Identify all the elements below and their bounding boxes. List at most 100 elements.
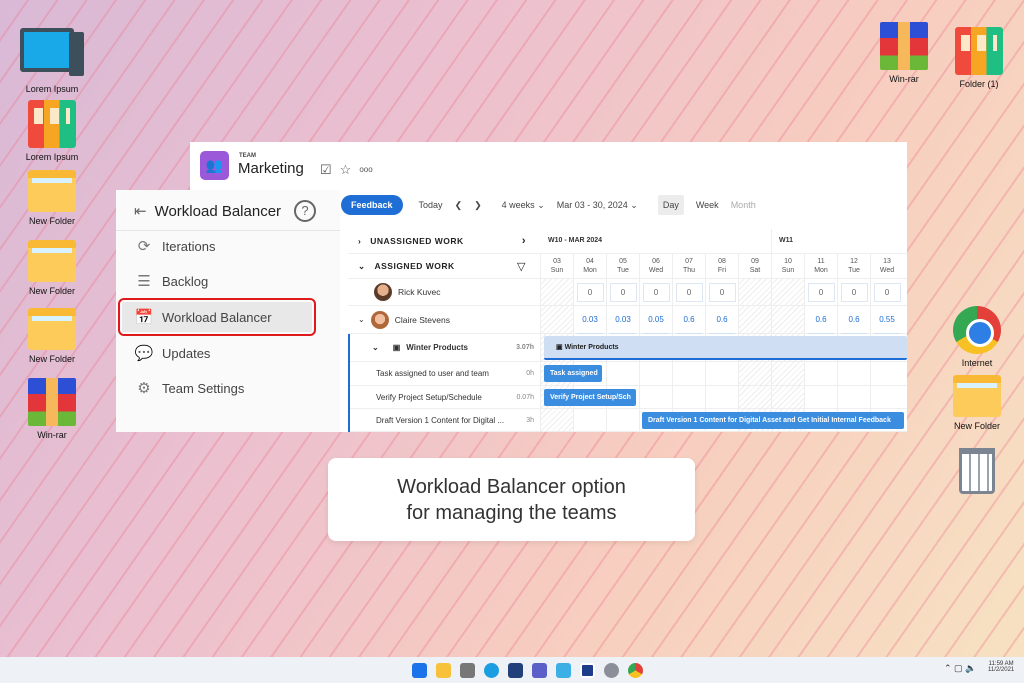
settings-icon[interactable] bbox=[604, 662, 619, 678]
clock[interactable]: 11:59 AM 11/2/2021 bbox=[988, 661, 1014, 673]
sidebar-item[interactable]: 📅 Workload Balancer bbox=[118, 298, 316, 336]
teams-icon[interactable] bbox=[532, 662, 547, 678]
assigned-work-toggle[interactable]: ⌄ ASSIGNED WORK ▽ bbox=[348, 254, 540, 278]
day-cell bbox=[639, 386, 672, 408]
day-cell bbox=[771, 386, 804, 408]
task-hours: 0h bbox=[526, 370, 534, 377]
help-icon[interactable]: ? bbox=[294, 200, 316, 222]
desktop-icon[interactable]: New Folder bbox=[12, 240, 92, 296]
workload-value[interactable]: 0.03 bbox=[610, 306, 636, 334]
workload-value[interactable]: 0 bbox=[840, 283, 868, 302]
day-number: 09 bbox=[751, 258, 759, 265]
workload-value[interactable]: 0 bbox=[576, 283, 604, 302]
sidebar-item-label: Workload Balancer bbox=[162, 309, 272, 325]
day-cell: 0 bbox=[573, 279, 606, 305]
view-day[interactable]: Day bbox=[657, 195, 684, 215]
workload-value[interactable]: 0 bbox=[873, 283, 901, 302]
prev-icon[interactable]: ❮ bbox=[455, 200, 463, 211]
user-row[interactable]: ⌄ Claire Stevens bbox=[348, 306, 540, 333]
workload-value[interactable]: 0 bbox=[609, 283, 637, 302]
task-bar[interactable]: Draft Version 1 Content for Digital Asse… bbox=[642, 412, 904, 429]
task-row[interactable]: Verify Project Setup/Schedule 0.07h bbox=[348, 386, 540, 408]
workload-value[interactable]: 0.6 bbox=[808, 306, 834, 334]
day-cell: 0.03 bbox=[606, 306, 639, 334]
sidebar-item-label: Backlog bbox=[162, 273, 209, 289]
explorer-icon[interactable] bbox=[436, 662, 451, 678]
desktop-icon[interactable]: Win-rar bbox=[12, 378, 92, 440]
view-week[interactable]: Week bbox=[696, 200, 719, 210]
project-bar[interactable]: ▣ Winter Products bbox=[544, 336, 907, 360]
chrome-taskbar-icon[interactable] bbox=[628, 662, 643, 678]
workload-value[interactable]: 0.05 bbox=[643, 306, 669, 334]
next-icon[interactable]: ❯ bbox=[474, 200, 482, 211]
day-cell: 04 Mon bbox=[573, 254, 606, 278]
workload-value[interactable]: 0 bbox=[807, 283, 835, 302]
team-name: Marketing bbox=[238, 160, 304, 177]
store-icon[interactable] bbox=[508, 662, 523, 678]
workload-value[interactable]: 0.03 bbox=[577, 306, 603, 334]
day-cell: 10 Sun bbox=[771, 254, 804, 278]
workload-value[interactable]: 0 bbox=[708, 283, 736, 302]
workload-value[interactable]: 0.6 bbox=[676, 306, 702, 334]
recycle-bin[interactable] bbox=[937, 448, 1017, 498]
range-dropdown[interactable]: 4 weeks ⌄ bbox=[502, 200, 545, 211]
workload-value[interactable]: 0.55 bbox=[874, 306, 900, 334]
desktop-icon[interactable]: New Folder bbox=[12, 308, 92, 364]
day-cell bbox=[837, 362, 870, 385]
task-bar[interactable]: Task assigned bbox=[544, 365, 602, 382]
camera-icon[interactable] bbox=[460, 662, 475, 678]
task-row[interactable]: Draft Version 1 Content for Digital ... 3… bbox=[348, 409, 540, 431]
desktop-icon[interactable]: New Folder bbox=[937, 375, 1017, 431]
feedback-button[interactable]: Feedback bbox=[341, 195, 403, 215]
more-icon[interactable]: ooo bbox=[359, 162, 372, 178]
task-bar[interactable]: Verify Project Setup/Sch bbox=[544, 389, 636, 406]
view-month[interactable]: Month bbox=[731, 200, 756, 210]
day-number: 13 bbox=[883, 258, 891, 265]
day-cell bbox=[870, 386, 903, 408]
project-row[interactable]: ⌄ ▣ Winter Products 3.07h bbox=[348, 334, 540, 361]
desktop-icon[interactable]: Lorem Ipsum bbox=[12, 28, 92, 94]
desktop-icon-label: Lorem Ipsum bbox=[25, 152, 79, 162]
sidebar-item-label: Team Settings bbox=[162, 380, 245, 396]
workload-value[interactable]: 0.6 bbox=[709, 306, 735, 334]
day-cell: 0 bbox=[870, 279, 903, 305]
sidebar-item[interactable]: ☰ Backlog bbox=[122, 266, 312, 296]
day-number: 08 bbox=[718, 258, 726, 265]
workload-value[interactable]: 0 bbox=[642, 283, 670, 302]
filter-icon[interactable]: ▽ bbox=[517, 260, 526, 273]
app-icon[interactable] bbox=[580, 662, 595, 678]
start-icon[interactable] bbox=[412, 662, 427, 678]
day-name: Tue bbox=[848, 267, 860, 274]
day-cell: 0 bbox=[606, 279, 639, 305]
sidebar-item[interactable]: ⟳ Iterations bbox=[122, 231, 312, 261]
desktop-icon[interactable]: Lorem Ipsum bbox=[12, 100, 92, 162]
day-cell bbox=[804, 362, 837, 385]
desktop-icon[interactable]: Internet bbox=[937, 306, 1017, 368]
date-dropdown[interactable]: Mar 03 - 30, 2024 ⌄ bbox=[557, 200, 638, 211]
sidebar-item[interactable]: ⚙ Team Settings bbox=[122, 373, 312, 403]
day-cell bbox=[738, 386, 771, 408]
day-cell: 05 Tue bbox=[606, 254, 639, 278]
task-row[interactable]: Task assigned to user and team 0h bbox=[348, 362, 540, 385]
desktop-icon[interactable]: New Folder bbox=[12, 170, 92, 226]
day-cell bbox=[672, 386, 705, 408]
checkbox-icon[interactable]: ☑ bbox=[320, 162, 332, 178]
maps-icon[interactable] bbox=[556, 662, 571, 678]
workload-value[interactable]: 0.6 bbox=[841, 306, 867, 334]
project-hours: 3.07h bbox=[516, 344, 534, 351]
desktop-icon[interactable]: Folder (1) bbox=[939, 27, 1019, 89]
today-button[interactable]: Today bbox=[419, 200, 443, 210]
sidebar-item[interactable]: 💬 Updates bbox=[122, 338, 312, 368]
day-cell: 06 Wed bbox=[639, 254, 672, 278]
day-cell bbox=[804, 386, 837, 408]
edge-icon[interactable] bbox=[484, 662, 499, 678]
star-icon[interactable]: ☆ bbox=[340, 162, 352, 178]
desktop-icon[interactable]: Win-rar bbox=[864, 22, 944, 84]
unassigned-work-toggle[interactable]: › UNASSIGNED WORK › bbox=[348, 229, 540, 253]
collapse-sidebar-icon[interactable]: ⇤ bbox=[134, 202, 147, 220]
day-cell bbox=[606, 362, 639, 385]
workload-value[interactable]: 0 bbox=[675, 283, 703, 302]
day-name: Mon bbox=[814, 267, 828, 274]
user-row[interactable]: Rick Kuvec bbox=[348, 279, 540, 305]
tray-icons[interactable]: ⌃ ▢ 🔈 bbox=[944, 663, 976, 674]
